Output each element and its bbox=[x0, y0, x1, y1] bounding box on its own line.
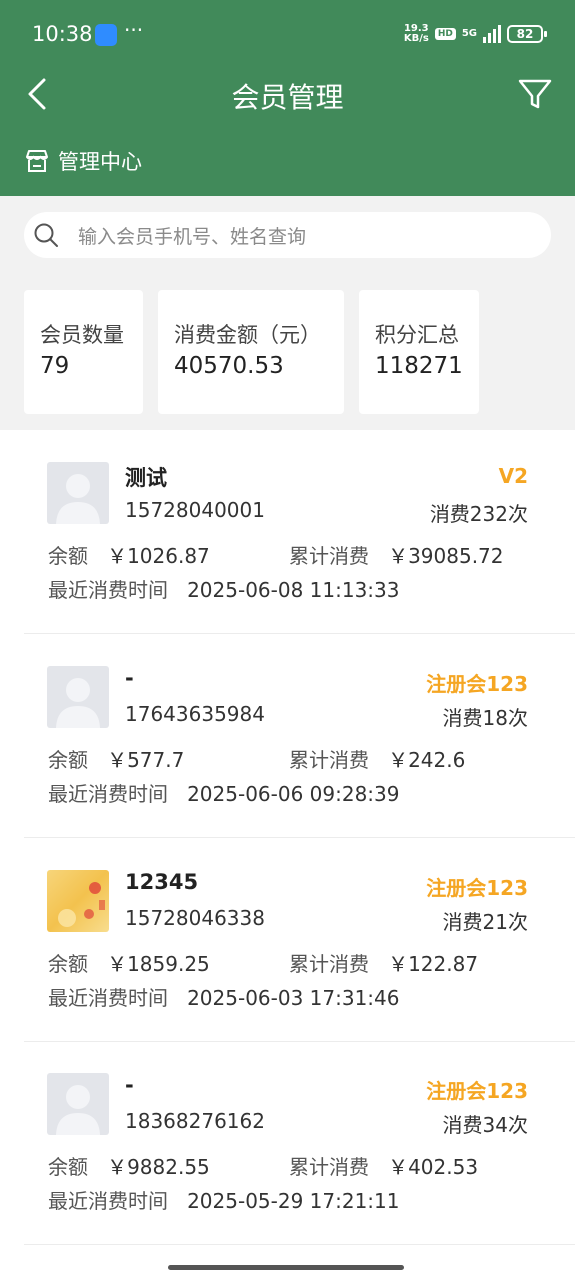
member-consume-count: 消费21次 bbox=[442, 910, 528, 934]
member-last-time: 最近消费时间 2025-06-06 09:28:39 bbox=[48, 782, 400, 806]
member-balance: 余额 ￥9882.55 bbox=[48, 1155, 210, 1179]
member-name: 测试 bbox=[125, 466, 167, 490]
member-level: V2 bbox=[498, 464, 528, 488]
member-list-item[interactable]: 测试 V2 15728040001 消费232次 余额 ￥1026.87 累计消… bbox=[24, 430, 575, 634]
search-placeholder: 输入会员手机号、姓名查询 bbox=[78, 225, 307, 248]
signal-icon bbox=[483, 25, 501, 43]
member-balance: 余额 ￥1026.87 bbox=[48, 544, 210, 568]
status-indicators: 19.3 KB/s HD 5G 82 bbox=[403, 23, 547, 44]
avatar bbox=[47, 462, 109, 524]
stat-card-consumption-amount[interactable]: 消费金额（元） 40570.53 bbox=[158, 290, 344, 414]
member-total-spent: 累计消费 ￥122.87 bbox=[289, 952, 479, 976]
more-notifications-icon: ··· bbox=[124, 18, 144, 42]
member-list-item[interactable]: - 注册会123 17643635984 消费18次 余额 ￥577.7 累计消… bbox=[24, 634, 575, 838]
member-phone: 18368276162 bbox=[125, 1109, 265, 1133]
stat-value: 118271 bbox=[375, 353, 463, 379]
stat-label: 会员数量 bbox=[40, 323, 124, 347]
member-phone: 15728046338 bbox=[125, 906, 265, 930]
member-last-time: 最近消费时间 2025-05-29 17:21:11 bbox=[48, 1189, 400, 1213]
member-total-spent: 累计消费 ￥39085.72 bbox=[289, 544, 504, 568]
default-avatar-icon bbox=[56, 678, 100, 728]
member-list-item[interactable]: - 注册会123 18368276162 消费34次 余额 ￥9882.55 累… bbox=[24, 1041, 575, 1245]
member-consume-count: 消费34次 bbox=[442, 1113, 528, 1137]
member-name: - bbox=[125, 666, 134, 690]
app-notification-icon bbox=[95, 24, 117, 46]
search-icon bbox=[34, 223, 58, 247]
member-name: 12345 bbox=[125, 870, 199, 894]
member-total-spent: 累计消费 ￥242.6 bbox=[289, 748, 466, 772]
member-balance: 余额 ￥1859.25 bbox=[48, 952, 210, 976]
stat-label: 积分汇总 bbox=[375, 323, 459, 347]
avatar bbox=[47, 1073, 109, 1135]
member-list-item[interactable]: 12345 注册会123 15728046338 消费21次 余额 ￥1859.… bbox=[24, 838, 575, 1042]
summary-area: 输入会员手机号、姓名查询 会员数量 79 消费金额（元） 40570.53 积分… bbox=[0, 196, 575, 430]
member-level: 注册会123 bbox=[426, 1079, 528, 1103]
member-phone: 17643635984 bbox=[125, 702, 265, 726]
manage-center-label: 管理中心 bbox=[58, 150, 142, 174]
hd-icon: HD bbox=[434, 28, 456, 40]
network-speed: 19.3 KB/s bbox=[403, 23, 429, 44]
search-input[interactable]: 输入会员手机号、姓名查询 bbox=[24, 212, 551, 258]
home-indicator[interactable] bbox=[168, 1265, 404, 1270]
battery-icon: 82 bbox=[507, 25, 547, 43]
stat-value: 79 bbox=[40, 353, 70, 379]
member-level: 注册会123 bbox=[426, 672, 528, 696]
member-name: - bbox=[125, 1073, 134, 1097]
stat-card-points-total[interactable]: 积分汇总 118271 bbox=[359, 290, 479, 414]
member-consume-count: 消费18次 bbox=[442, 706, 528, 730]
member-last-time: 最近消费时间 2025-06-08 11:13:33 bbox=[48, 578, 400, 602]
filter-icon[interactable] bbox=[515, 74, 555, 114]
store-icon bbox=[26, 150, 48, 172]
member-level: 注册会123 bbox=[426, 876, 528, 900]
stat-card-member-count[interactable]: 会员数量 79 bbox=[24, 290, 143, 414]
status-bar: 10:38 ··· 19.3 KB/s HD 5G 82 bbox=[0, 0, 575, 64]
default-avatar-icon bbox=[56, 474, 100, 524]
member-phone: 15728040001 bbox=[125, 498, 265, 522]
manage-center-link[interactable]: 管理中心 bbox=[24, 146, 142, 176]
avatar bbox=[47, 666, 109, 728]
member-total-spent: 累计消费 ￥402.53 bbox=[289, 1155, 479, 1179]
app-header: 10:38 ··· 19.3 KB/s HD 5G 82 会员管理 管理中心 bbox=[0, 0, 575, 196]
page-title: 会员管理 bbox=[231, 81, 344, 114]
network-type: 5G bbox=[461, 28, 477, 39]
custom-avatar-icon bbox=[58, 882, 105, 927]
nav-bar: 会员管理 bbox=[0, 64, 575, 124]
member-last-time: 最近消费时间 2025-06-03 17:31:46 bbox=[48, 986, 400, 1010]
stat-value: 40570.53 bbox=[174, 353, 284, 379]
stat-label: 消费金额（元） bbox=[174, 323, 321, 347]
avatar bbox=[47, 870, 109, 932]
member-consume-count: 消费232次 bbox=[429, 502, 528, 526]
status-time: 10:38 bbox=[32, 22, 93, 46]
member-balance: 余额 ￥577.7 bbox=[48, 748, 185, 772]
default-avatar-icon bbox=[56, 1085, 100, 1135]
